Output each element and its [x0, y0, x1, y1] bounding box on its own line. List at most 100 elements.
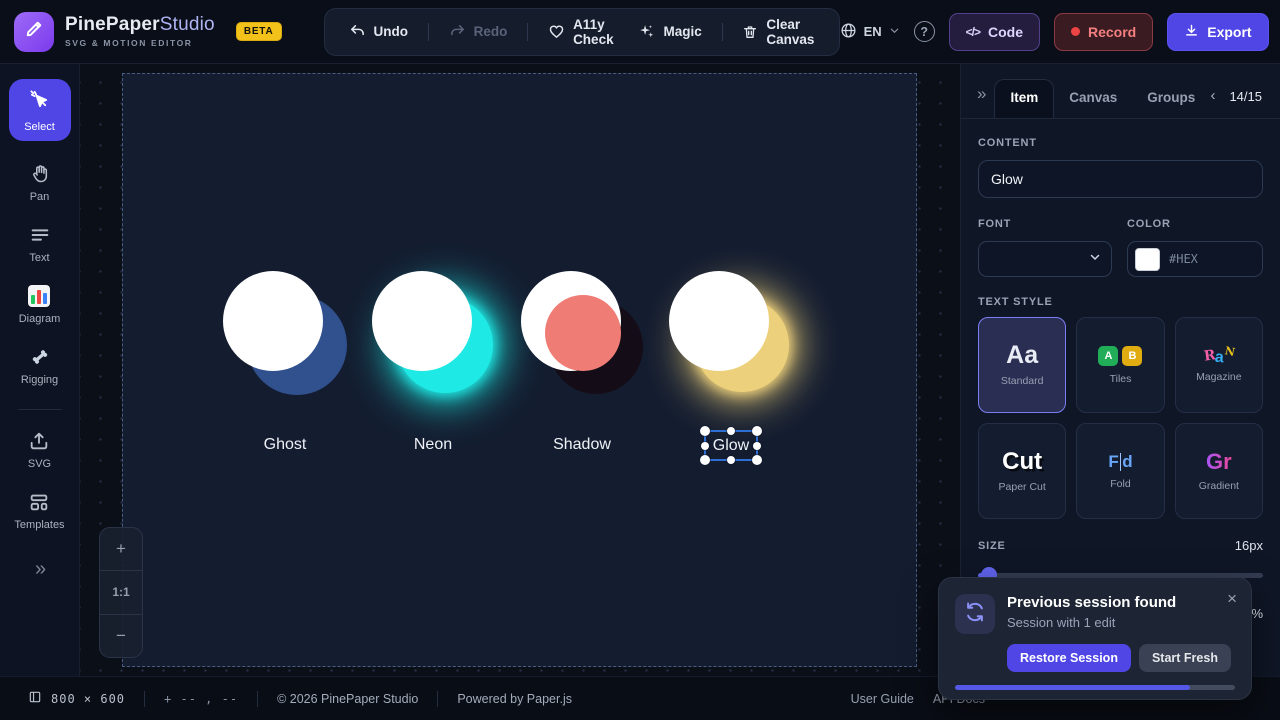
color-swatch[interactable]: [1135, 248, 1160, 271]
redo-icon: [449, 23, 466, 40]
paper-cut-preview: Cut: [1002, 450, 1042, 474]
undo-button[interactable]: Undo: [339, 15, 419, 48]
user-guide-link[interactable]: User Guide: [851, 692, 914, 706]
globe-icon: [840, 22, 857, 42]
clear-canvas-button[interactable]: Clear Canvas: [732, 9, 824, 55]
style-card-standard[interactable]: Aa Standard: [978, 317, 1066, 413]
zoom-reset-button[interactable]: 1:1: [100, 570, 142, 613]
app-logo: [14, 12, 54, 52]
chevron-down-icon: [889, 24, 900, 39]
export-button[interactable]: Export: [1167, 13, 1268, 51]
panel-tabs: » Item Canvas Groups ‹ 14/15: [961, 64, 1280, 119]
sparkles-icon: [638, 23, 655, 40]
size-label: SIZE: [978, 540, 1006, 552]
fold-caret: [1120, 453, 1122, 471]
tool-select[interactable]: Select: [9, 79, 71, 141]
code-button[interactable]: </> Code: [949, 13, 1040, 51]
toolbar-divider: [722, 23, 723, 41]
selection-handle[interactable]: [727, 427, 735, 435]
shadow-overlap-circle[interactable]: [545, 295, 621, 371]
color-field[interactable]: [1127, 241, 1263, 277]
code-icon: </>: [966, 25, 980, 39]
zoom-in-button[interactable]: +: [100, 528, 142, 570]
sidebar-expand-button[interactable]: »: [35, 558, 44, 581]
selection-handle[interactable]: [752, 426, 762, 436]
selection-handle[interactable]: [700, 426, 710, 436]
help-button[interactable]: ?: [914, 21, 935, 42]
selection-handle[interactable]: [700, 455, 710, 465]
fold-preview: F d: [1108, 453, 1132, 471]
layout-icon: [28, 491, 50, 513]
magic-button[interactable]: Magic: [628, 15, 711, 48]
style-card-fold[interactable]: F d Fold: [1076, 423, 1164, 519]
content-input[interactable]: [978, 160, 1263, 198]
object-label-shadow[interactable]: Shadow: [553, 436, 611, 454]
selection-handle[interactable]: [727, 456, 735, 464]
powered-by-text: Powered by Paper.js: [457, 692, 572, 706]
pencil-icon: [24, 19, 44, 44]
tab-groups[interactable]: Groups: [1132, 80, 1210, 118]
selection-box[interactable]: Glow: [704, 430, 758, 461]
a11y-check-button[interactable]: A11y Check: [538, 9, 624, 55]
font-select[interactable]: [978, 241, 1112, 277]
chevron-down-icon: [1089, 250, 1101, 268]
heart-icon: [548, 23, 565, 40]
download-icon: [1184, 23, 1199, 41]
gradient-preview: Gr: [1206, 451, 1232, 473]
tool-text[interactable]: Text: [29, 224, 51, 264]
toast-subtitle: Session with 1 edit: [1007, 615, 1176, 630]
object-label-glow[interactable]: Glow: [713, 437, 749, 455]
style-card-tiles[interactable]: A B Tiles: [1076, 317, 1164, 413]
neon-white-circle[interactable]: [372, 271, 472, 371]
copyright-text: © 2026 PinePaper Studio: [277, 692, 418, 706]
record-button[interactable]: Record: [1054, 13, 1153, 51]
undo-icon: [349, 23, 366, 40]
glow-white-circle[interactable]: [669, 271, 769, 371]
cursor-icon: [28, 88, 51, 116]
selection-handle[interactable]: [701, 442, 709, 450]
bone-icon: [29, 346, 51, 368]
trash-icon: [742, 24, 758, 40]
content-label: CONTENT: [978, 137, 1037, 149]
panel-collapse-button[interactable]: »: [977, 84, 984, 104]
canvas-workspace[interactable]: Ghost Neon Shadow Glow + 1:1 −: [80, 64, 960, 676]
app-title: PinePaperStudio: [65, 15, 215, 36]
zoom-out-button[interactable]: −: [100, 614, 142, 657]
style-card-gradient[interactable]: Gr Gradient: [1175, 423, 1263, 519]
tool-templates[interactable]: Templates: [14, 491, 64, 531]
bar-chart-icon: [28, 285, 50, 307]
tool-pan[interactable]: Pan: [29, 163, 51, 203]
brand: PinePaperStudio SVG & MOTION EDITOR BETA: [0, 12, 282, 52]
object-label-ghost[interactable]: Ghost: [264, 436, 307, 454]
toolbar-divider: [428, 23, 429, 41]
tab-item[interactable]: Item: [994, 79, 1054, 118]
beta-badge: BETA: [236, 22, 282, 41]
hand-icon: [29, 163, 51, 185]
artboard[interactable]: Ghost Neon Shadow Glow: [122, 73, 917, 667]
tool-rigging[interactable]: Rigging: [21, 346, 58, 386]
magazine-preview: R a N: [1204, 348, 1235, 364]
tab-canvas[interactable]: Canvas: [1054, 80, 1132, 118]
ghost-white-circle[interactable]: [223, 271, 323, 371]
prev-item-button[interactable]: ‹: [1210, 87, 1215, 104]
close-icon[interactable]: ×: [1227, 589, 1237, 609]
app-subtitle: SVG & MOTION EDITOR: [65, 38, 215, 48]
hex-input[interactable]: [1169, 252, 1249, 266]
header: PinePaperStudio SVG & MOTION EDITOR BETA…: [0, 0, 1280, 64]
restore-session-button[interactable]: Restore Session: [1007, 644, 1131, 672]
style-card-magazine[interactable]: R a N Magazine: [1175, 317, 1263, 413]
tool-diagram[interactable]: Diagram: [19, 285, 61, 325]
start-fresh-button[interactable]: Start Fresh: [1139, 644, 1231, 672]
standard-preview: Aa: [1006, 343, 1038, 368]
tool-svg-import[interactable]: SVG: [28, 430, 51, 470]
object-label-neon[interactable]: Neon: [414, 436, 452, 454]
selection-handle[interactable]: [752, 455, 762, 465]
style-card-paper-cut[interactable]: Cut Paper Cut: [978, 423, 1066, 519]
sidebar-divider: [18, 409, 62, 410]
statusbar-divider: [144, 691, 145, 707]
selection-handle[interactable]: [753, 442, 761, 450]
text-style-grid: Aa Standard A B Tiles R a N Ma: [978, 317, 1263, 519]
text-style-label: TEXT STYLE: [978, 296, 1263, 308]
language-selector[interactable]: EN: [840, 22, 900, 42]
redo-button[interactable]: Redo: [439, 15, 518, 48]
